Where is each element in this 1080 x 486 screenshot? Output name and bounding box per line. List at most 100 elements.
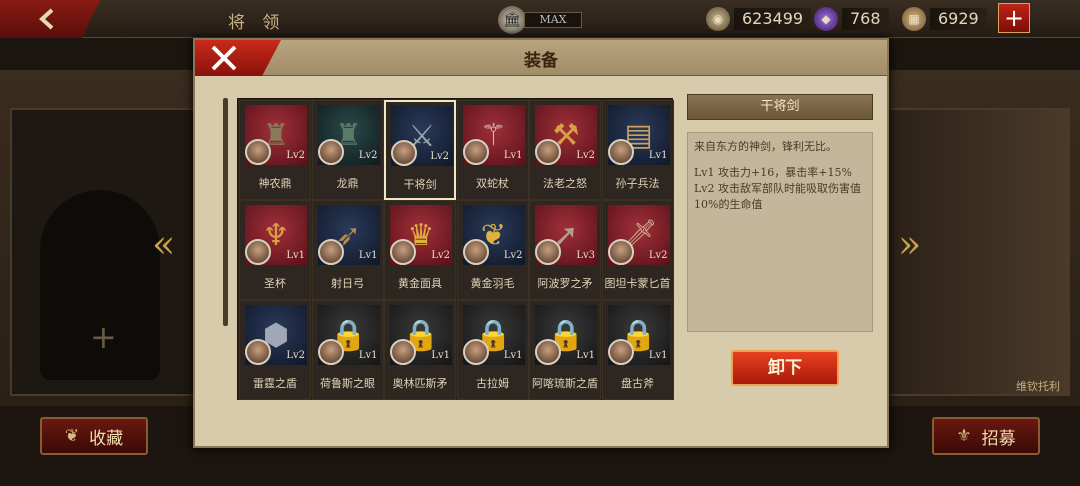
equipment-item[interactable]: ❦ Lv2 黄金羽毛 [456,200,529,300]
equipment-item[interactable]: 🔒 Lv1 盘古斧 [601,300,674,400]
item-desc: 来自东方的神剑，锋利无比。 [694,140,837,153]
gems-resource[interactable]: ◆ 768 [814,6,889,32]
equipment-dialog: 装备 ♜ Lv2 神农鼎 ♜ Lv2 龙鼎 ⚔ Lv2 干将剑 ⚚ Lv1 双蛇杖 ⚒ Lv2 法老之怒 ▤ L… [193,38,889,448]
equipment-item[interactable]: ⚔ Lv2 干将剑 [384,100,456,200]
equipment-item[interactable]: ➶ Lv1 射日弓 [311,200,384,300]
item-level: Lv2 [576,150,595,161]
page-title: 将 领 [228,13,286,33]
back-button[interactable] [0,0,100,38]
item-level: Lv2 [431,250,450,261]
equipment-item[interactable]: 🔒 Lv1 阿喀琉斯之盾 [529,300,601,400]
recruit-label: 招募 [981,428,1016,449]
item-name: 神农鼎 [258,177,292,190]
hero-avatar [535,339,561,365]
equipment-item[interactable]: 🗡 Lv2 图坦卡蒙匕首 [601,200,674,300]
hero-avatar [245,139,271,165]
item-name: 阿波罗之矛 [537,277,593,290]
equipment-item[interactable]: 🔒 Lv1 荷鲁斯之眼 [311,300,384,400]
detail-description: 来自东方的神剑，锋利无比。 Lv1 攻击力+16，暴击率+15% Lv2 攻击敌… [687,132,873,332]
scrollbar[interactable] [223,98,228,326]
hero-avatar [462,239,489,265]
hero-avatar [607,139,634,165]
helmet-icon: ⚜ [956,426,972,446]
dialog-header: 装备 [195,40,887,76]
item-name: 干将剑 [403,178,437,191]
add-resource-button[interactable]: + [998,3,1030,33]
equipment-item[interactable]: ➚ Lv3 阿波罗之矛 [529,200,601,300]
equipment-item[interactable]: ⬢ Lv2 雷霆之盾 [239,300,311,400]
hero-name: 维钦托利 [1016,380,1060,393]
item-level: Lv1 [358,250,378,261]
equipment-item[interactable]: 🔒 Lv1 奥林匹斯矛 [384,300,456,400]
gem-icon: ◆ [814,7,838,31]
equipment-item[interactable]: ♆ Lv1 圣杯 [239,200,311,300]
hero-avatar [607,239,634,265]
coins-value: 623499 [734,8,812,30]
hero-avatar [317,239,344,265]
item-name: 图坦卡蒙匕首 [604,277,671,290]
close-icon [211,45,237,71]
lv1-effect: Lv1 攻击力+16，暴击率+15% [694,166,852,179]
item-name: 双蛇杖 [476,177,509,190]
hero-avatar [390,339,416,365]
item-level: Lv2 [503,250,523,261]
eagle-icon: ❦ [64,426,80,446]
hero-avatar [462,139,489,165]
item-level: Lv3 [576,250,595,261]
item-level: Lv1 [286,250,305,261]
unequip-button[interactable]: 卸下 [731,350,839,386]
hero-avatar [317,139,344,165]
coins-resource[interactable]: ◉ 623499 [706,6,812,32]
collect-button[interactable]: ❦ 收藏 [40,417,148,455]
hero-avatar [535,139,561,165]
equipment-item[interactable]: ♛ Lv2 黄金面具 [384,200,456,300]
next-arrow-icon[interactable]: » [898,222,921,266]
equipment-item[interactable]: ⚒ Lv2 法老之怒 [529,100,601,200]
lv2-effect: Lv2 攻击敌军部队时能吸取伤害值10%的生命值 [694,182,862,211]
item-level: Lv2 [430,151,449,162]
equipment-item[interactable]: 🔒 Lv1 古拉姆 [456,300,529,400]
item-name: 黄金羽毛 [470,277,515,290]
item-name: 圣杯 [264,277,286,290]
plus-icon: + [1003,4,1025,32]
crate-icon: ▦ [902,7,926,31]
item-name: 射日弓 [331,277,364,290]
item-level: Lv1 [503,150,523,161]
item-name: 阿喀琉斯之盾 [532,377,598,390]
top-bar: 将 领 🏛 MAX ◉ 623499 ◆ 768 ▦ 6929 + [0,0,1080,38]
back-arrow-icon [39,8,54,30]
item-name: 法老之怒 [543,177,587,190]
hero-avatar [390,239,416,265]
item-name: 古拉姆 [476,377,509,390]
max-label: MAX [524,12,582,28]
add-hero-icon[interactable]: + [90,318,117,356]
equipment-item[interactable]: ⚚ Lv1 双蛇杖 [456,100,529,200]
hero-avatar [462,339,489,365]
hero-avatar [607,339,634,365]
prev-arrow-icon[interactable]: « [152,222,175,266]
item-name: 雷霆之盾 [253,377,297,390]
hero-avatar [245,239,271,265]
item-level: Lv2 [648,250,668,261]
level-indicator[interactable]: 🏛 MAX [498,6,582,34]
equipment-item[interactable]: ♜ Lv2 龙鼎 [311,100,384,200]
item-level: Lv1 [576,350,595,361]
materials-resource[interactable]: ▦ 6929 [902,6,987,32]
coin-icon: ◉ [706,7,730,31]
equipment-item[interactable]: ▤ Lv1 孙子兵法 [601,100,674,200]
item-level: Lv1 [431,350,450,361]
item-name: 荷鲁斯之眼 [320,377,375,390]
item-name: 奥林匹斯矛 [392,377,448,390]
item-name: 孙子兵法 [615,177,660,190]
item-level: Lv1 [648,150,668,161]
item-level: Lv2 [358,150,378,161]
item-level: Lv1 [648,350,668,361]
temple-icon: 🏛 [498,6,526,34]
materials-value: 6929 [930,8,987,30]
recruit-button[interactable]: ⚜ 招募 [932,417,1040,455]
detail-title: 干将剑 [687,94,873,120]
item-level: Lv1 [358,350,378,361]
item-name: 黄金面具 [398,277,442,290]
collect-label: 收藏 [89,428,124,449]
equipment-item[interactable]: ♜ Lv2 神农鼎 [239,100,311,200]
